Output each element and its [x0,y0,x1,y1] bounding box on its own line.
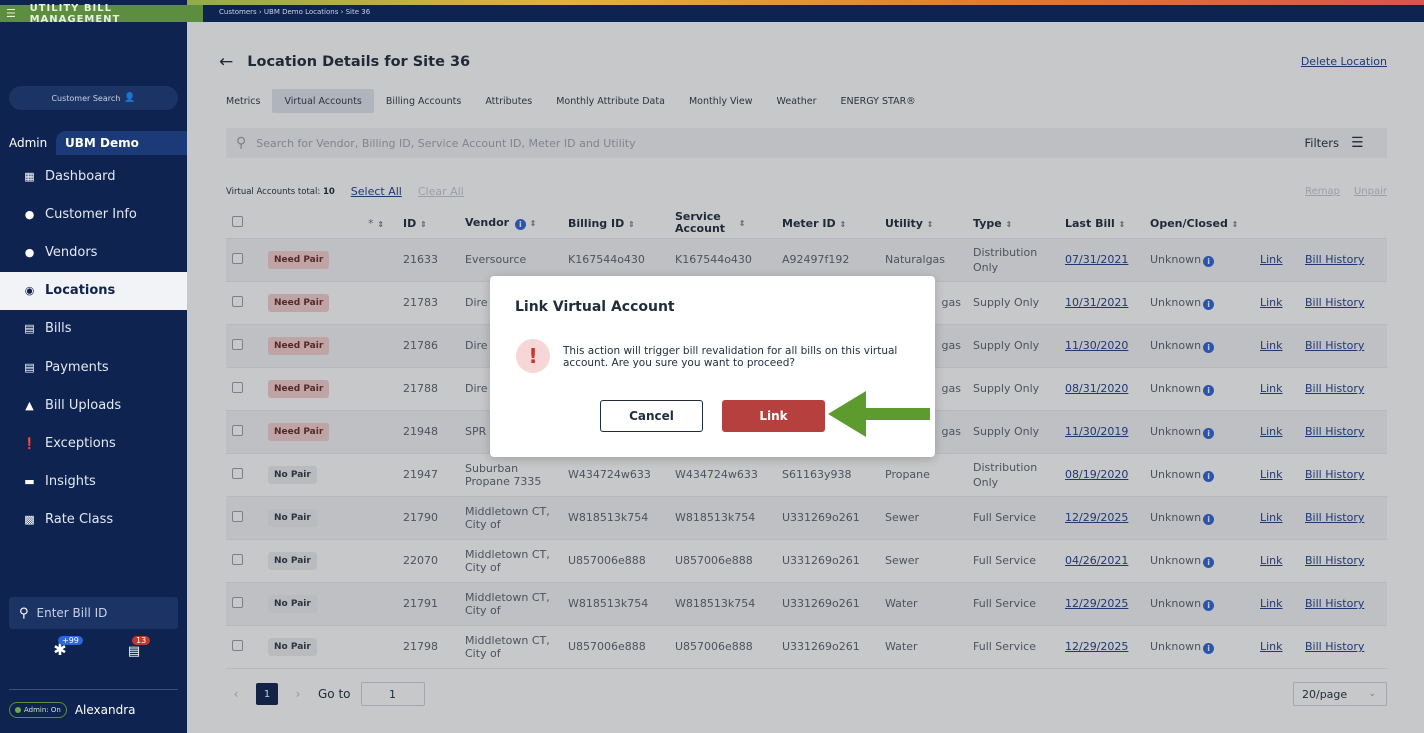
sidebar-item-locations[interactable]: ◉ Locations [0,271,187,310]
sidebar-item-label: Vendors [45,244,98,260]
sidebar: Customer Search 👤 Admin UBM Demo ▦ Dashb… [0,0,187,733]
bill-id-search-input[interactable]: ⚲ Enter Bill ID [9,597,178,629]
warning-exclamation-icon: ! [516,339,550,373]
brand-logo: ☰ UTILITY BILL MANAGEMENT [0,2,203,25]
sidebar-item-label: Dashboard [45,168,116,184]
chat-icon: ▬ [24,475,35,489]
customer-search-button[interactable]: Customer Search 👤 [9,86,178,110]
dashboard-icon: ▦ [24,169,35,183]
breadcrumb[interactable]: Customers › UBM Demo Locations › Site 36 [219,8,370,16]
dialog-title: Link Virtual Account [515,299,675,315]
green-pointer-arrow-icon [828,391,930,437]
vendor-icon: ● [24,245,35,259]
sidebar-item-label: Customer Info [45,206,137,222]
sidebar-item-payments[interactable]: ▤ Payments [0,348,187,386]
brand-name: UTILITY BILL MANAGEMENT [29,2,121,25]
org-switcher: Admin UBM Demo [0,131,187,155]
sidebar-item-customer-info[interactable]: ● Customer Info [0,195,187,233]
sidebar-item-vendors[interactable]: ● Vendors [0,233,187,271]
dialog-message: This action will trigger bill revalidati… [563,345,898,369]
search-icon: ⚲ [19,605,29,621]
bill-notifications-button[interactable]: ▤ 13 [124,636,151,664]
sidebar-item-label: Insights [45,474,96,490]
org-name[interactable]: UBM Demo [56,131,187,155]
person-search-icon: 👤 [124,93,136,103]
sidebar-item-bills[interactable]: ▤ Bills [0,310,187,348]
link-button[interactable]: Link [722,400,825,432]
upload-icon: ▲ [25,398,34,412]
brand-stripes-icon: ☰ [6,7,17,20]
sidebar-divider [9,689,178,690]
admin-status-toggle[interactable]: Admin: On [9,702,67,718]
sidebar-item-exceptions[interactable]: ❗ Exceptions [0,424,187,462]
sidebar-item-rate-class[interactable]: ▩ Rate Class [0,501,187,539]
asterisk-count-badge: +99 [58,636,83,645]
bill-id-placeholder: Enter Bill ID [36,606,108,620]
payment-icon: ▤ [24,360,35,374]
sidebar-item-label: Locations [45,283,116,299]
user-name[interactable]: Alexandra [75,703,136,717]
user-row: Admin: On Alexandra [9,702,136,718]
rate-icon: ▩ [24,513,35,527]
bill-count-badge: 13 [132,636,151,645]
sidebar-item-bill-uploads[interactable]: ▲ Bill Uploads [0,386,187,424]
header-bar [187,5,1424,22]
location-pin-icon: ◉ [24,284,35,298]
cancel-button[interactable]: Cancel [600,400,703,432]
customer-search-label: Customer Search [51,93,121,103]
admin-label[interactable]: Admin [0,136,56,150]
person-icon: ● [24,207,35,221]
sidebar-nav: ▦ Dashboard ● Customer Info ● Vendors ◉ … [0,157,187,539]
sidebar-item-label: Bills [45,321,72,337]
admin-status-label: Admin: On [24,706,61,714]
sidebar-item-insights[interactable]: ▬ Insights [0,463,187,501]
sidebar-item-label: Bill Uploads [45,397,122,413]
status-dot-icon [15,707,21,713]
dollar-bill-icon: ▤ [127,644,141,659]
asterisk-notifications-button[interactable]: ✱ +99 [50,636,83,664]
sidebar-item-label: Exceptions [45,435,116,451]
sidebar-item-label: Payments [45,359,109,375]
exclamation-icon: ❗ [22,436,37,450]
sidebar-item-label: Rate Class [45,512,114,528]
bill-icon: ▤ [24,322,35,336]
sidebar-item-dashboard[interactable]: ▦ Dashboard [0,157,187,195]
notification-badges: ✱ +99 ▤ 13 [50,636,151,664]
